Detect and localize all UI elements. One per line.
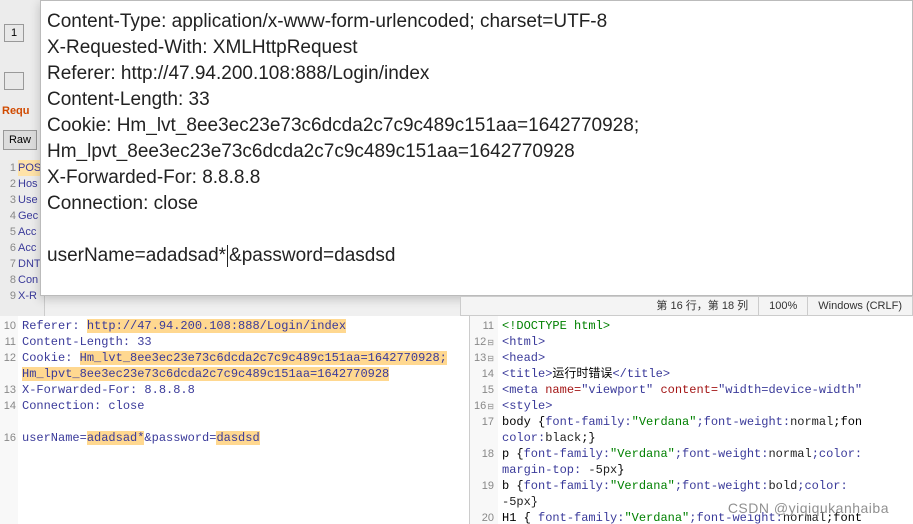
response-code[interactable]: <!DOCTYPE html> <html> <head> <title>运行时… <box>498 316 913 524</box>
text-caret <box>227 245 228 267</box>
partial-button[interactable] <box>4 72 24 90</box>
request-panel[interactable]: 10 11 12 13 14 16 Referer: http://47.94.… <box>0 316 470 524</box>
notepad-text-area[interactable]: Content-Type: application/x-www-form-url… <box>40 0 913 296</box>
request-body-line: userName=adadsad*&password=dasdsd <box>47 243 906 269</box>
response-gutter: 11 12 13 14 15 16 17 18 19 20 <box>470 316 498 524</box>
request-header-line: Referer: http://47.94.200.108:888/Login/… <box>47 61 906 87</box>
raw-tab-button[interactable]: Raw <box>3 130 37 150</box>
request-code[interactable]: Referer: http://47.94.200.108:888/Login/… <box>18 316 469 524</box>
request-header-line: Content-Length: 33 <box>47 87 906 113</box>
request-gutter: 10 11 12 13 14 16 <box>0 316 18 524</box>
status-position: 第 16 行，第 18 列 <box>461 297 758 315</box>
tab-button-1[interactable]: 1 <box>4 24 24 42</box>
watermark: CSDN @yiqiqukanhaiba <box>728 500 889 516</box>
request-header-line: Connection: close <box>47 191 906 217</box>
notepad-statusbar: 第 16 行，第 18 列 100% Windows (CRLF) <box>460 296 913 316</box>
bottom-split: 10 11 12 13 14 16 Referer: http://47.94.… <box>0 316 913 524</box>
request-header-line: X-Requested-With: XMLHttpRequest <box>47 35 906 61</box>
request-header-line: Content-Type: application/x-www-form-url… <box>47 9 906 35</box>
request-header-line: Cookie: Hm_lvt_8ee3ec23e73c6dcda2c7c9c48… <box>47 113 906 139</box>
request-label: Requ <box>2 105 30 117</box>
status-crlf: Windows (CRLF) <box>807 297 912 315</box>
background-gutter: 1 2 3 4 5 6 7 8 9 <box>2 160 16 304</box>
request-header-line: Hm_lpvt_8ee3ec23e73c6dcda2c7c9c489c151aa… <box>47 139 906 165</box>
response-panel[interactable]: 11 12 13 14 15 16 17 18 19 20 <!DOCTYPE … <box>470 316 913 524</box>
request-header-line: X-Forwarded-For: 8.8.8.8 <box>47 165 906 191</box>
blank-line <box>47 217 906 243</box>
status-zoom: 100% <box>758 297 807 315</box>
